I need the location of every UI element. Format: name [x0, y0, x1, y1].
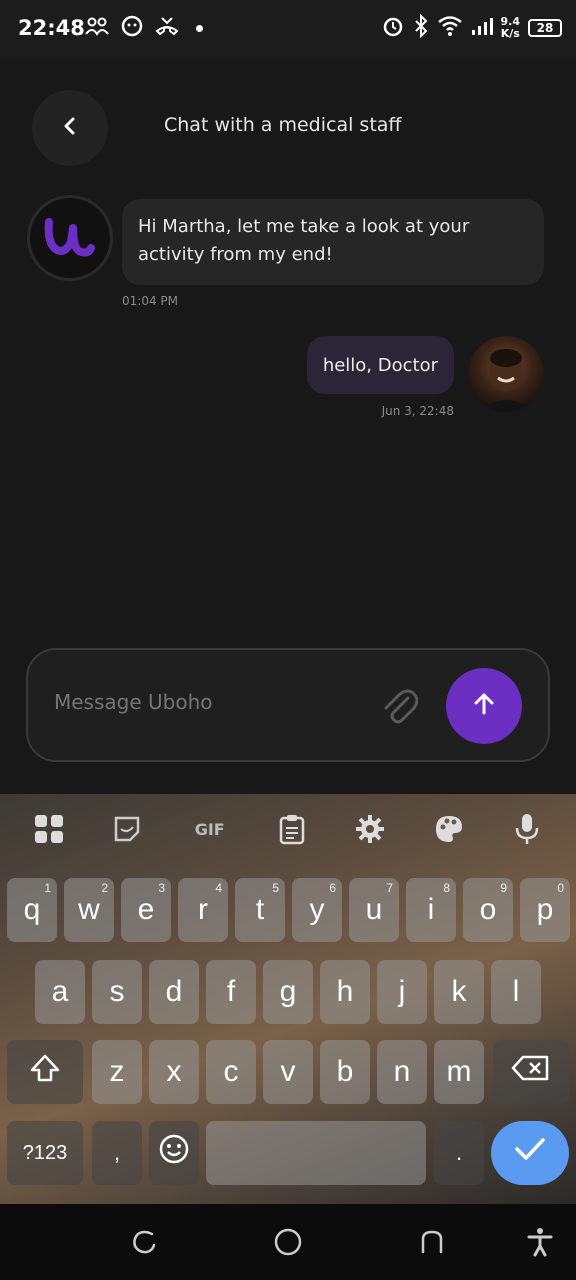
signal-icon: [471, 16, 493, 40]
status-time: 22:48: [18, 16, 85, 40]
clipboard-icon[interactable]: [274, 811, 310, 847]
key-l[interactable]: l: [491, 960, 541, 1024]
key-c[interactable]: c: [206, 1040, 256, 1104]
message-bubble-outgoing: hello, Doctor: [306, 336, 454, 394]
key-w[interactable]: w2: [64, 878, 114, 942]
send-button[interactable]: [446, 668, 522, 744]
baby-face-icon: [120, 14, 144, 42]
group-icon: [84, 16, 110, 40]
key-b[interactable]: b: [320, 1040, 370, 1104]
backspace-icon: [511, 1054, 551, 1090]
key-j[interactable]: j: [377, 960, 427, 1024]
key-x[interactable]: x: [149, 1040, 199, 1104]
gear-icon[interactable]: [352, 811, 388, 847]
key-a[interactable]: a: [35, 960, 85, 1024]
key-z[interactable]: z: [92, 1040, 142, 1104]
message-time-incoming: 01:04 PM: [122, 294, 178, 308]
staff-avatar: [30, 198, 110, 278]
uboho-logo-icon: [43, 214, 97, 262]
checkmark-icon: [514, 1136, 546, 1170]
accessibility-icon[interactable]: [524, 1226, 556, 1258]
smiley-icon: [158, 1133, 190, 1173]
key-p[interactable]: p0: [520, 878, 570, 942]
shift-icon: [29, 1053, 61, 1091]
key-e[interactable]: e3: [121, 878, 171, 942]
wifi-icon: [437, 15, 463, 41]
page-title: Chat with a medical staff: [164, 114, 402, 136]
back-icon[interactable]: [416, 1226, 448, 1258]
key-u[interactable]: u7: [349, 878, 399, 942]
key-n[interactable]: n: [377, 1040, 427, 1104]
home-icon[interactable]: [272, 1226, 304, 1258]
key-m[interactable]: m: [434, 1040, 484, 1104]
apps-icon[interactable]: [31, 811, 67, 847]
sticker-icon[interactable]: [109, 811, 145, 847]
user-avatar: [468, 336, 544, 412]
space-key[interactable]: [206, 1121, 426, 1185]
battery-indicator: 28: [528, 19, 562, 37]
enter-key[interactable]: [491, 1121, 569, 1185]
key-i[interactable]: i8: [406, 878, 456, 942]
palette-icon[interactable]: [431, 811, 467, 847]
message-bubble-incoming: Hi Martha, let me take a look at your ac…: [122, 199, 544, 285]
key-f[interactable]: f: [206, 960, 256, 1024]
key-q[interactable]: q1: [7, 878, 57, 942]
back-button[interactable]: [32, 90, 108, 166]
message-input[interactable]: [54, 690, 354, 714]
chevron-left-icon: [60, 116, 80, 140]
key-h[interactable]: h: [320, 960, 370, 1024]
key-o[interactable]: o9: [463, 878, 513, 942]
system-nav-bar: [0, 1204, 576, 1280]
backspace-key[interactable]: [493, 1040, 569, 1104]
key-y[interactable]: y6: [292, 878, 342, 942]
on-screen-keyboard: GIF q1 w2 e3 r4 t5 y6 u7 i8 o9 p0 a s d …: [0, 794, 576, 1204]
message-composer: [26, 648, 550, 762]
dot-icon: [196, 24, 203, 32]
alarm-icon: [381, 14, 405, 42]
arrow-up-icon: [471, 691, 497, 721]
status-bar: 22:48 9.4 K/s 28: [0, 0, 576, 58]
keyboard-toolbar: GIF: [0, 794, 576, 864]
recents-icon[interactable]: [128, 1226, 160, 1258]
shift-key[interactable]: [7, 1040, 83, 1104]
emoji-key[interactable]: [149, 1121, 199, 1185]
period-key[interactable]: .: [434, 1121, 484, 1185]
bluetooth-icon: [413, 13, 429, 42]
paperclip-icon[interactable]: [380, 686, 419, 730]
key-k[interactable]: k: [434, 960, 484, 1024]
key-g[interactable]: g: [263, 960, 313, 1024]
key-d[interactable]: d: [149, 960, 199, 1024]
key-s[interactable]: s: [92, 960, 142, 1024]
mic-icon[interactable]: [509, 811, 545, 847]
comma-key[interactable]: ,: [92, 1121, 142, 1185]
network-speed: 9.4 K/s: [500, 15, 521, 40]
key-t[interactable]: t5: [235, 878, 285, 942]
missed-call-icon: [154, 15, 180, 41]
gif-button[interactable]: GIF: [188, 811, 232, 847]
key-v[interactable]: v: [263, 1040, 313, 1104]
key-r[interactable]: r4: [178, 878, 228, 942]
symbols-key[interactable]: ?123: [7, 1121, 83, 1185]
message-time-outgoing: Jun 3, 22:48: [381, 404, 454, 418]
